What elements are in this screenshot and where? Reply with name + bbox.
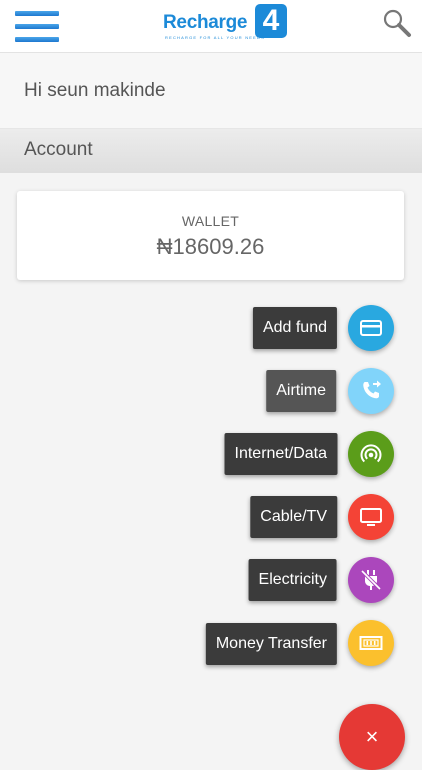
wallet-label: WALLET — [181, 213, 240, 229]
add-fund-button[interactable] — [348, 305, 394, 351]
power-plug-off-icon — [360, 569, 382, 591]
add-fund-label[interactable]: Add fund — [252, 307, 337, 349]
airtime-label[interactable]: Airtime — [266, 370, 336, 412]
app-logo: Recharge 4 RECHARGE FOR ALL YOUR NEEDS — [163, 4, 289, 44]
phone-forward-icon — [363, 380, 381, 399]
airtime-button[interactable] — [348, 368, 394, 414]
cable-tv-label[interactable]: Cable/TV — [250, 496, 337, 538]
hamburger-menu-icon[interactable] — [15, 11, 59, 43]
credit-card-icon — [360, 320, 382, 336]
greeting-text: Hi seun makinde — [24, 80, 166, 101]
search-icon[interactable] — [382, 8, 412, 38]
greeting-panel: Hi seun makinde — [0, 53, 422, 129]
money-transfer-button[interactable] — [348, 620, 394, 666]
tv-icon — [360, 508, 382, 526]
logo-tagline: RECHARGE FOR ALL YOUR NEEDS — [165, 35, 265, 40]
cable-tv-button[interactable] — [348, 494, 394, 540]
app-header: Recharge 4 RECHARGE FOR ALL YOUR NEEDS — [0, 0, 422, 53]
internet-data-button[interactable] — [348, 431, 394, 477]
electricity-button[interactable] — [348, 557, 394, 603]
electricity-label[interactable]: Electricity — [248, 559, 337, 601]
logo-number: 4 — [255, 4, 287, 38]
close-icon: × — [365, 724, 379, 749]
money-transfer-label[interactable]: Money Transfer — [205, 623, 337, 665]
logo-text: Recharge — [163, 12, 248, 33]
wallet-card: WALLET ₦18609.26 — [17, 191, 404, 280]
wifi-signal-icon — [360, 444, 382, 463]
account-title: Account — [24, 139, 93, 160]
close-menu-button[interactable]: × — [339, 704, 405, 770]
wallet-balance: ₦18609.26 — [156, 234, 265, 259]
internet-data-label[interactable]: Internet/Data — [224, 433, 337, 475]
account-section-header: Account — [0, 128, 422, 173]
cash-icon — [359, 636, 383, 650]
